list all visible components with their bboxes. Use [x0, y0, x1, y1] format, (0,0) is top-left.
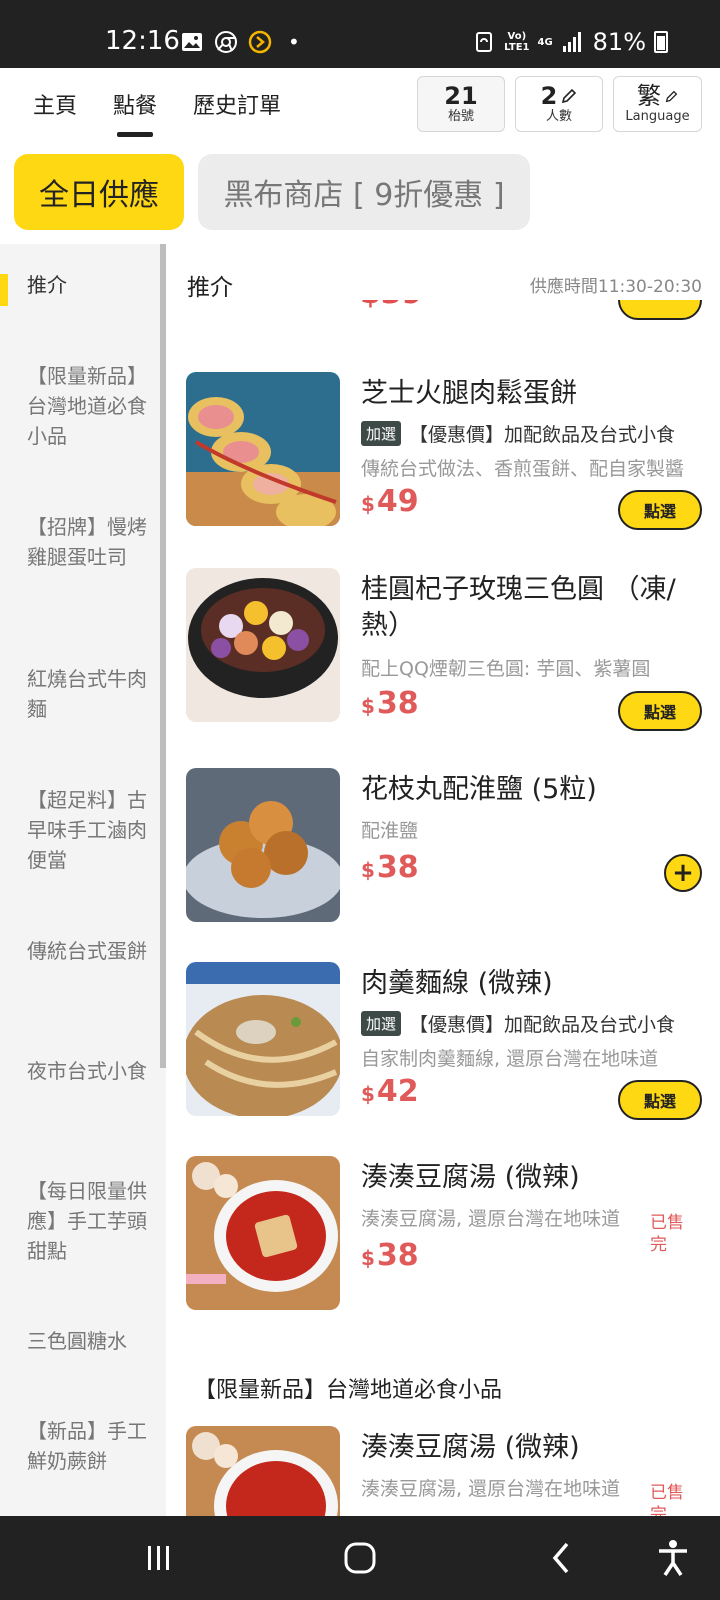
food-name: 花枝丸配淮鹽 (5粒)	[361, 774, 597, 805]
table-number: 21	[444, 82, 478, 110]
addon-text: 【優惠價】加配飲品及台式小食	[409, 424, 676, 446]
food-description: 傳統台式做法、香煎蛋餅、配自家製醬	[361, 458, 685, 480]
food-item[interactable]: 桂圓杞子玫瑰三色圓 （凍/熱） 配上QQ煙韌三色圓: 芋圓、紫薯圓 $38 點選	[186, 568, 716, 731]
status-bar: 12:16 • Vo) LTE1 4G 81%	[0, 0, 720, 68]
food-item[interactable]: 芝士火腿肉鬆蛋餅 加選 【優惠價】加配飲品及台式小食 傳統台式做法、香煎蛋餅、配…	[186, 372, 716, 532]
volte-indicator: Vo) LTE1	[504, 31, 530, 53]
category-sidebar: 推介 【限量新品】台灣地道必食小品 【招牌】慢烤雞腿蛋吐司 紅燒台式牛肉麵 【超…	[0, 244, 166, 1516]
food-price: $49	[361, 484, 419, 519]
food-price: $38	[361, 686, 419, 721]
tab-order-history[interactable]: 歷史訂單	[193, 88, 281, 120]
food-description: 配上QQ煙韌三色圓: 芋圓、紫薯圓	[361, 658, 651, 680]
section-title: 推介	[187, 275, 233, 301]
food-image	[186, 372, 340, 526]
food-price: $42	[361, 1074, 419, 1109]
food-description: 配淮鹽	[361, 820, 419, 842]
food-name: 湊湊豆腐湯 (微辣)	[361, 1162, 580, 1193]
food-name: 肉羹麵線 (微辣)	[361, 968, 553, 999]
edit-icon	[562, 88, 577, 104]
category-all-day-button[interactable]: 全日供應	[14, 154, 184, 230]
food-image	[186, 768, 340, 922]
add-button[interactable]: +	[664, 854, 702, 892]
notification-icons: •	[180, 30, 300, 54]
partial-price: $39	[360, 300, 420, 326]
sidebar-scrollbar[interactable]	[160, 244, 166, 1068]
food-item[interactable]: 花枝丸配淮鹽 (5粒) 配淮鹽 $38 +	[186, 768, 716, 928]
select-button[interactable]: 點選	[618, 691, 702, 731]
active-tab-indicator	[117, 132, 153, 137]
food-image	[186, 962, 340, 1116]
app-notification-icon	[248, 30, 272, 54]
food-description: 湊湊豆腐湯, 還原台灣在地味道	[361, 1478, 621, 1500]
food-name: 湊湊豆腐湯 (微辣)	[361, 1432, 580, 1463]
system-navigation-bar	[0, 1516, 720, 1600]
table-number-label: 枱號	[447, 109, 474, 124]
sold-out-label: 已售完	[650, 1213, 684, 1255]
addon-tag: 加選	[361, 1011, 402, 1036]
language-value: 繁	[637, 82, 661, 110]
select-button[interactable]: 點選	[618, 490, 702, 530]
category-shop-button[interactable]: 黑布商店 [ 9折優惠 ]	[198, 154, 530, 230]
food-item[interactable]: 湊湊豆腐湯 (微辣) 湊湊豆腐湯, 還原台灣在地味道 已售完	[186, 1426, 716, 1516]
sidebar-active-indicator	[0, 274, 8, 306]
system-status: Vo) LTE1 4G 81%	[472, 28, 668, 56]
language-button[interactable]: 繁 Language	[613, 76, 702, 132]
battery-icon	[654, 31, 668, 53]
status-time: 12:16	[105, 26, 180, 56]
sidebar-item-braised-pork-rice[interactable]: 【超足料】古早味手工滷肉便當	[27, 785, 147, 875]
language-label: Language	[625, 109, 690, 124]
recent-apps-icon	[148, 1546, 169, 1570]
tab-order[interactable]: 點餐	[113, 88, 157, 120]
signal-icon	[562, 32, 581, 52]
table-number-box: 21 枱號	[417, 76, 505, 132]
food-image	[186, 1156, 340, 1310]
sidebar-item-egg-pancake[interactable]: 傳統台式蛋餅	[27, 936, 147, 966]
food-price: $38	[361, 850, 419, 885]
sold-out-label: 已售完	[650, 1483, 684, 1516]
food-name: 芝士火腿肉鬆蛋餅	[361, 378, 577, 409]
people-count-label: 人數	[545, 109, 572, 124]
food-image	[186, 1426, 340, 1516]
sidebar-item-beef-noodle[interactable]: 紅燒台式牛肉麵	[27, 664, 147, 724]
food-item[interactable]: 肉羹麵線 (微辣) 加選 【優惠價】加配飲品及台式小食 自家制肉羹麵線, 還原台…	[186, 962, 716, 1122]
sidebar-item-tricolor-ball-soup[interactable]: 三色圓糖水	[27, 1326, 147, 1356]
back-icon	[552, 1542, 569, 1574]
chrome-icon	[215, 31, 237, 53]
sidebar-item-signature-toast[interactable]: 【招牌】慢烤雞腿蛋吐司	[27, 512, 147, 572]
edit-icon	[665, 90, 678, 102]
people-count: 2	[540, 82, 558, 110]
network-4g: 4G	[537, 36, 553, 48]
recycle-icon	[476, 32, 493, 52]
gallery-icon	[182, 33, 202, 51]
group-title: 【限量新品】台灣地道必食小品	[194, 1378, 503, 1403]
food-item[interactable]: 湊湊豆腐湯 (微辣) 湊湊豆腐湯, 還原台灣在地味道 $38 已售完	[186, 1156, 716, 1316]
sidebar-item-recommended[interactable]: 推介	[27, 270, 147, 300]
status-dot: •	[288, 30, 300, 54]
home-button[interactable]	[338, 1538, 382, 1578]
serve-time: 供應時間11:30-20:30	[529, 277, 702, 297]
home-icon	[344, 1542, 376, 1574]
addon-tag: 加選	[361, 421, 402, 446]
accessibility-button[interactable]	[651, 1538, 695, 1578]
food-image	[186, 568, 340, 722]
recent-apps-button[interactable]	[137, 1538, 181, 1578]
battery-percent: 81%	[592, 28, 646, 56]
food-name: 桂圓杞子玫瑰三色圓 （凍/熱）	[361, 574, 676, 641]
sidebar-item-warabi-mochi[interactable]: 【新品】手工鮮奶蕨餅	[27, 1416, 147, 1476]
select-button[interactable]: 點選	[618, 1080, 702, 1120]
partial-select-button[interactable]	[618, 300, 702, 334]
back-button[interactable]	[540, 1538, 584, 1578]
sidebar-item-limited-new[interactable]: 【限量新品】台灣地道必食小品	[27, 361, 147, 451]
tab-home[interactable]: 主頁	[33, 88, 77, 120]
accessibility-icon	[659, 1540, 687, 1576]
sidebar-item-night-market-snacks[interactable]: 夜市台式小食	[27, 1056, 147, 1086]
addon-text: 【優惠價】加配飲品及台式小食	[409, 1014, 676, 1036]
food-price: $38	[361, 1238, 419, 1273]
food-description: 湊湊豆腐湯, 還原台灣在地味道	[361, 1208, 621, 1230]
top-nav: 主頁 點餐 歷史訂單 21 枱號 2 人數 繁 Language	[0, 68, 720, 148]
food-description: 自家制肉羹麵線, 還原台灣在地味道	[361, 1048, 659, 1070]
sidebar-item-taro-dessert[interactable]: 【每日限量供應】手工芋頭甜點	[27, 1176, 147, 1266]
people-count-button[interactable]: 2 人數	[515, 76, 603, 132]
